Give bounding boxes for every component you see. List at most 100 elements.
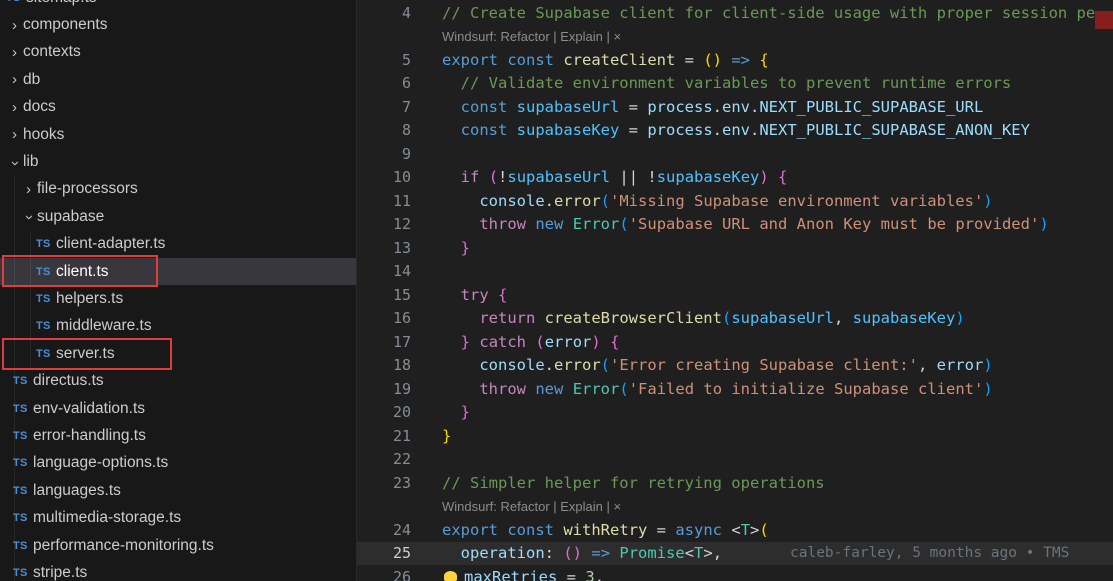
code-text: export const withRetry = async <T>( — [442, 521, 769, 539]
folder-label: db — [23, 70, 41, 88]
sidebar-item-stripe-ts[interactable]: TS stripe.ts — [0, 559, 356, 581]
code-text: console.error('Error creating Supabase c… — [442, 356, 993, 375]
code-text: if (!supabaseUrl || !supabaseKey) { — [442, 168, 788, 187]
sidebar-item-file-processors[interactable]: › file-processors — [0, 176, 356, 203]
code-line[interactable]: 6 // Validate environment variables to p… — [357, 72, 1113, 96]
sidebar-item-docs[interactable]: › docs — [0, 94, 356, 121]
code-text: export const createClient = () => { — [442, 51, 769, 69]
chevron-right-icon[interactable]: › — [6, 44, 23, 61]
code-line[interactable]: 25 operation: () => Promise<T>, caleb-far… — [357, 541, 1113, 565]
line-number: 20 — [392, 403, 411, 422]
editor: 4 // Create Supabase client for client-si… — [356, 0, 1113, 581]
code-line[interactable]: 11 console.error('Missing Supabase envir… — [357, 189, 1113, 213]
code-line[interactable]: 22 — [357, 448, 1113, 472]
code-line[interactable]: 23 // Simpler helper for retrying operati… — [357, 471, 1113, 495]
sidebar-item-lib[interactable]: › lib — [0, 148, 356, 175]
sidebar-item-server-ts[interactable]: TS server.ts — [0, 340, 356, 367]
code-line[interactable]: 10 if (!supabaseUrl || !supabaseKey) { — [357, 166, 1113, 190]
typescript-file-icon: TS — [13, 457, 28, 470]
sidebar-item-languages-ts[interactable]: TS languages.ts — [0, 477, 356, 504]
codelens-dismiss-icon[interactable]: × — [614, 499, 622, 514]
code-line[interactable]: 15 try { — [357, 283, 1113, 307]
code-token: Error — [572, 379, 620, 398]
code-text: operation: () => Promise<T>, — [442, 544, 722, 562]
code-line[interactable]: 8 const supabaseKey = process.env.NEXT_P… — [357, 119, 1113, 143]
code-token: { — [778, 168, 788, 187]
codelens-row: Windsurf: Refactor | Explain | × — [357, 25, 1113, 49]
sidebar-item-directus-ts[interactable]: TS directus.ts — [0, 367, 356, 394]
sidebar-item-hooks[interactable]: › hooks — [0, 121, 356, 148]
sidebar-item-middleware-ts[interactable]: TS middleware.ts — [0, 313, 356, 340]
code-line[interactable]: 20 } — [357, 401, 1113, 425]
lightbulb-icon[interactable] — [444, 570, 457, 581]
code-line[interactable]: 12 throw new Error('Supabase URL and Ano… — [357, 213, 1113, 237]
file-label: stripe.ts — [33, 563, 88, 581]
code-token: supabaseKey — [516, 121, 620, 140]
code-text: throw new Error('Failed to initialize Su… — [442, 379, 992, 398]
code-line[interactable]: 16 return createBrowserClient(supabaseUr… — [357, 307, 1113, 331]
chevron-right-icon[interactable]: › — [6, 126, 23, 143]
codelens-row: Windsurf: Refactor | Explain | × — [357, 495, 1113, 519]
codelens-refactor-link[interactable]: Windsurf: Refactor — [442, 499, 550, 514]
code-token: supabaseKey — [852, 309, 956, 328]
sidebar-item-db[interactable]: › db — [0, 66, 356, 93]
sidebar-item-error-handling-ts[interactable]: TS error-handling.ts — [0, 422, 356, 449]
code-token: // Create Supabase client for client-sid… — [442, 3, 1096, 22]
code-line[interactable]: 4 // Create Supabase client for client-si… — [357, 1, 1113, 25]
code-line[interactable]: 14 — [357, 260, 1113, 284]
line-number: 10 — [392, 168, 411, 187]
chevron-right-icon[interactable]: › — [6, 17, 23, 34]
code-token: export — [442, 520, 508, 539]
sidebar-item-env-validation-ts[interactable]: TS env-validation.ts — [0, 395, 356, 422]
codelens-refactor-link[interactable]: Windsurf: Refactor — [442, 29, 550, 44]
code-token: createClient — [563, 50, 676, 69]
chevron-right-icon[interactable]: › — [6, 99, 23, 116]
code-token: = — [557, 567, 586, 581]
line-number: 9 — [401, 144, 411, 163]
chevron-down-icon[interactable]: › — [7, 154, 24, 171]
sidebar-item-multimedia-storage-ts[interactable]: TS multimedia-storage.ts — [0, 504, 356, 531]
code-line[interactable]: 18 console.error('Error creating Supabas… — [357, 354, 1113, 378]
codelens-explain-link[interactable]: Explain — [560, 29, 603, 44]
sidebar-item-components[interactable]: › components — [0, 11, 356, 38]
sidebar-item-client-ts[interactable]: TS client.ts — [0, 257, 356, 286]
line-number: 6 — [401, 74, 411, 93]
folder-label: docs — [23, 98, 56, 116]
code-token: ) — [983, 356, 993, 375]
chevron-right-icon[interactable]: › — [6, 71, 23, 88]
code-line[interactable]: 24 export const withRetry = async <T>( — [357, 518, 1113, 542]
line-number: 19 — [392, 379, 411, 398]
sidebar-item-performance-monitoring-ts[interactable]: TS performance-monitoring.ts — [0, 532, 356, 559]
code-line[interactable]: 7 const supabaseUrl = process.env.NEXT_P… — [357, 95, 1113, 119]
code-token: try — [460, 285, 489, 304]
sidebar-item-language-options-ts[interactable]: TS language-options.ts — [0, 450, 356, 477]
sidebar-item-contexts[interactable]: › contexts — [0, 39, 356, 66]
chevron-right-icon[interactable]: › — [20, 181, 37, 198]
code-token: // Simpler helper for retrying operation… — [442, 473, 825, 492]
chevron-down-icon[interactable]: › — [21, 209, 38, 226]
file-label: middleware.ts — [56, 317, 152, 335]
codelens-explain-link[interactable]: Explain — [560, 499, 603, 514]
sidebar-item-supabase[interactable]: › supabase — [0, 203, 356, 230]
code-line[interactable]: 26 maxRetries = 3, — [357, 565, 1113, 581]
sidebar-item-helpers-ts[interactable]: TS helpers.ts — [0, 285, 356, 312]
codelens-dismiss-icon[interactable]: × — [614, 29, 622, 44]
sidebar-item-client-adapter-ts[interactable]: TS client-adapter.ts — [0, 231, 356, 258]
code-line[interactable]: 5 export const createClient = () => { — [357, 48, 1113, 72]
code-token: ( — [535, 332, 545, 351]
line-number: 7 — [401, 97, 411, 116]
code-line[interactable]: 9 — [357, 142, 1113, 166]
folder-label: components — [23, 16, 108, 34]
sidebar-item-sitemap-ts[interactable]: TSsitemap.ts — [0, 0, 356, 11]
code-token: const — [460, 97, 517, 116]
code-token: : — [544, 544, 564, 563]
code-line[interactable]: 13 } — [357, 236, 1113, 260]
code-token: . — [712, 97, 722, 116]
code-line[interactable]: 19 throw new Error('Failed to initialize… — [357, 377, 1113, 401]
code-line[interactable]: 17 } catch (error) { — [357, 330, 1113, 354]
code-line[interactable]: 21} — [357, 424, 1113, 448]
